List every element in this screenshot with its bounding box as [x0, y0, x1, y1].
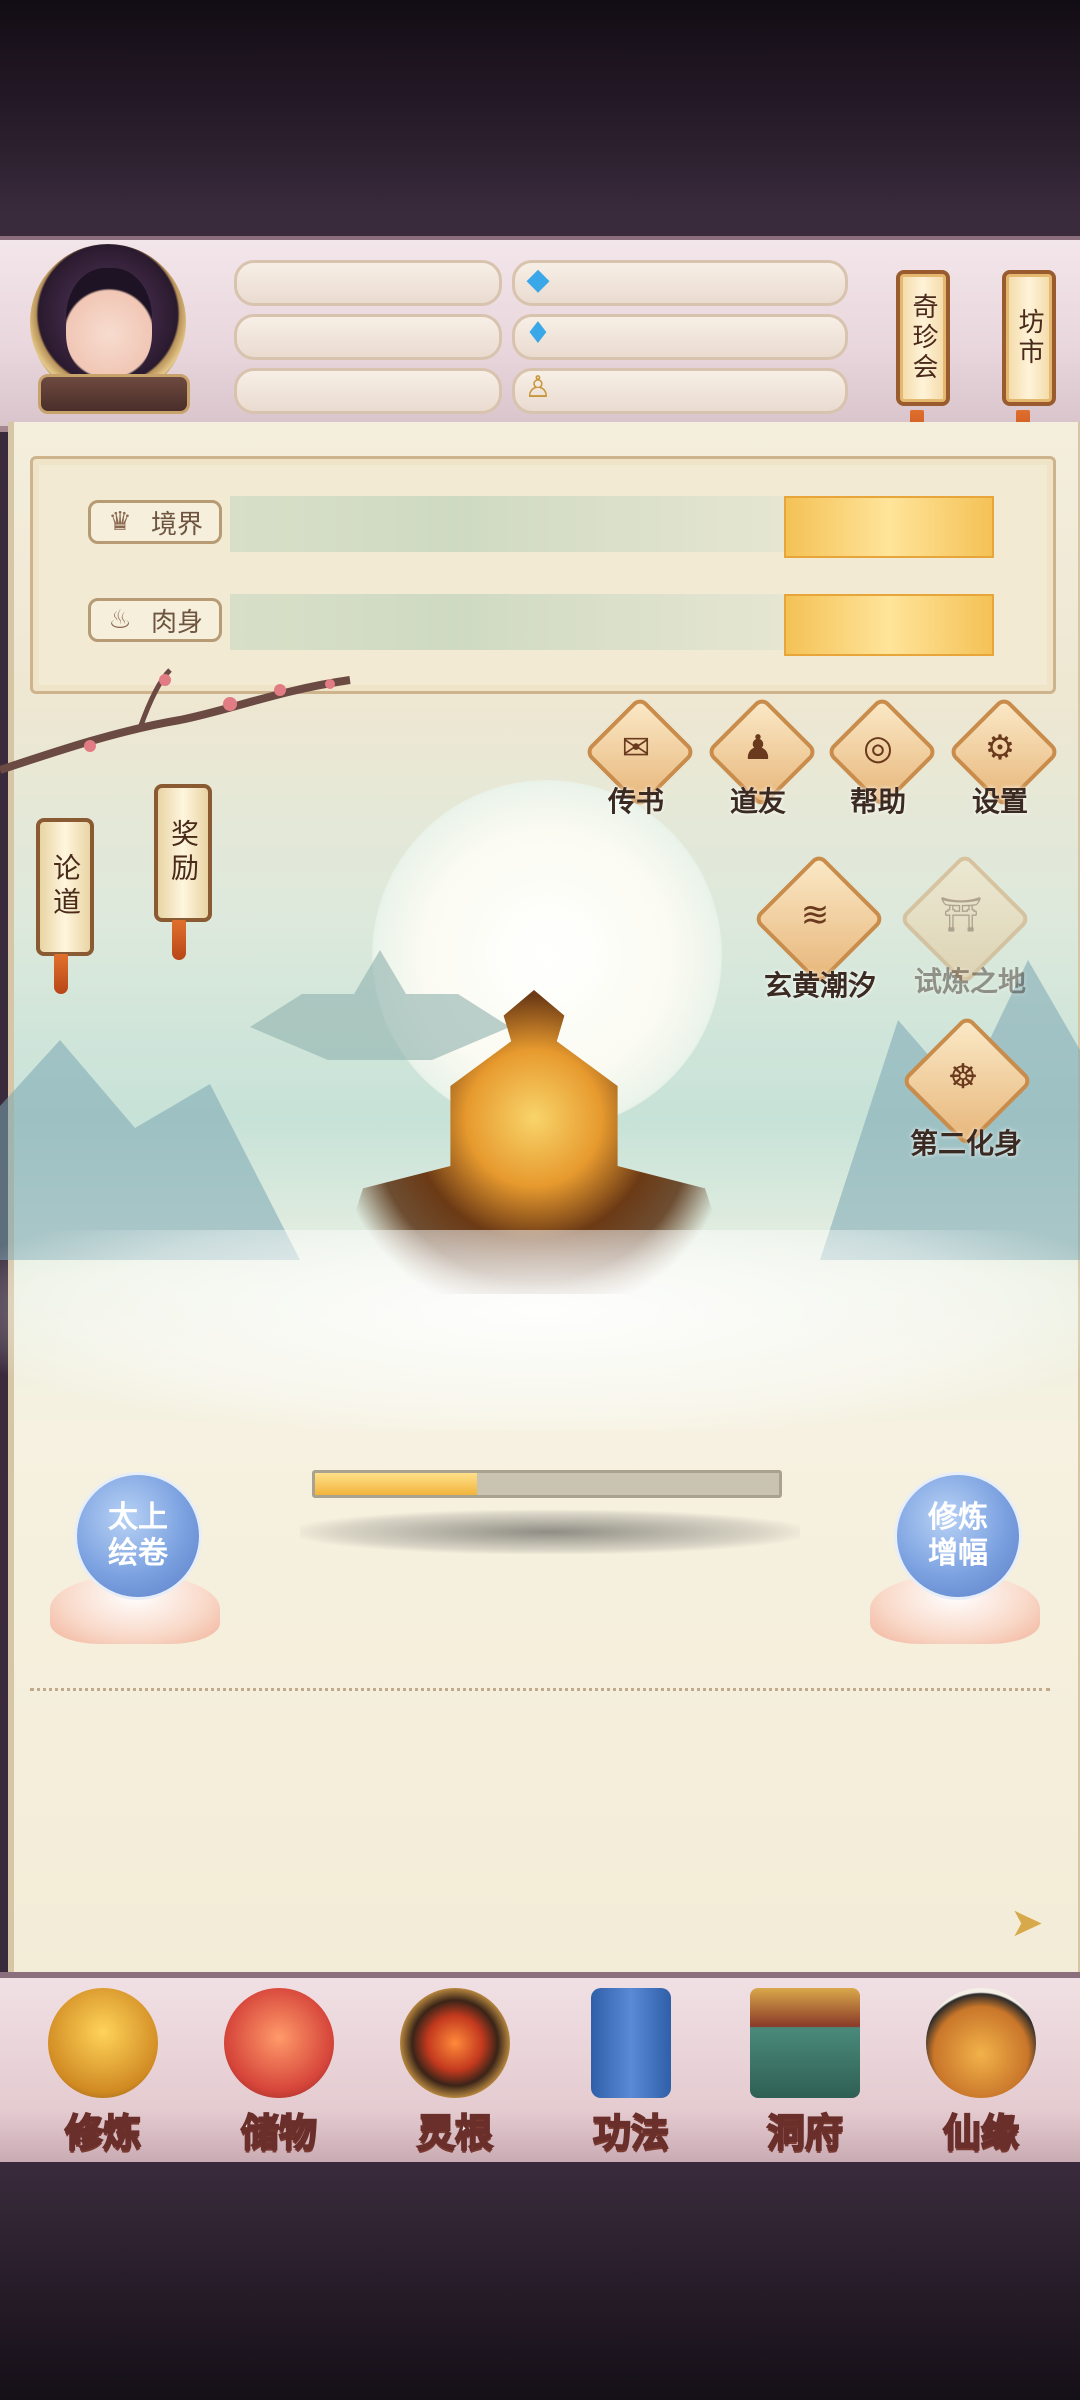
cultivation-progress-bar: [312, 1470, 782, 1498]
book-icon: [591, 1988, 671, 2098]
market-treasure-sign[interactable]: 奇珍会: [896, 270, 950, 406]
body-bar: [230, 594, 790, 650]
celestial-scroll-button[interactable]: 太上 绘卷: [74, 1472, 202, 1600]
friends-button[interactable]: ♟: [705, 695, 819, 809]
realm-bar: [230, 496, 790, 552]
settings-label: 设置: [971, 785, 1028, 818]
second-avatar-button[interactable]: ☸: [900, 1014, 1034, 1148]
realm-breakthrough-button[interactable]: [784, 496, 994, 558]
settings-button[interactable]: ⚙: [947, 695, 1061, 809]
help-button[interactable]: ◎: [825, 695, 939, 809]
gourd-icon: [926, 1988, 1036, 2098]
plum-branch: [0, 668, 351, 774]
cave-house-icon: [750, 1988, 860, 2098]
stats-box: [30, 456, 1056, 694]
nav-label: 灵根: [416, 2109, 494, 2156]
temple-icon: ⛩: [939, 895, 983, 935]
resource-slot-4: [512, 260, 848, 306]
player-name-plate: [38, 374, 190, 414]
nav-storage[interactable]: 储物: [204, 1988, 354, 2158]
nav-label: 功法: [592, 2109, 670, 2156]
resource-slot-2: [234, 314, 502, 360]
avatar-figure-icon: ☸: [947, 1057, 979, 1097]
resource-slot-5: [512, 314, 848, 360]
nav-label: 洞府: [766, 2109, 844, 2156]
bag-icon: [224, 1988, 334, 2098]
resource-slot-3: [234, 368, 502, 414]
meditation-figure-icon: ♙: [524, 370, 552, 405]
friends-label: 道友: [729, 785, 786, 818]
reward-scroll[interactable]: 奖励: [154, 784, 212, 922]
discussion-scroll[interactable]: 论道: [36, 818, 94, 956]
nav-label: 修炼: [64, 2109, 142, 2156]
tide-icon: ≋: [800, 895, 830, 935]
ink-stroke-decoration: [300, 1510, 800, 1554]
gear-icon: ⚙: [984, 728, 1016, 768]
help-label: 帮助: [849, 785, 906, 818]
market-sign[interactable]: 坊市: [1002, 270, 1056, 406]
blue-flame-icon: ♦: [524, 316, 552, 351]
body-upgrade-button[interactable]: [784, 594, 994, 656]
nav-techniques[interactable]: 功法: [556, 1988, 706, 2158]
ornamental-divider: [30, 1688, 1050, 1699]
tide-event-button[interactable]: ≋: [752, 852, 886, 986]
tassel-decoration: [172, 920, 186, 960]
nav-label: 仙缘: [942, 2109, 1020, 2156]
second-avatar-label: 第二化身: [909, 1127, 1022, 1160]
resource-slot-6: [512, 368, 848, 414]
mail-label: 传书: [607, 785, 664, 818]
envelope-icon: ✉: [621, 728, 651, 768]
cultivation-boost-button[interactable]: 修炼 增幅: [894, 1472, 1022, 1600]
person-icon: ♟: [742, 728, 774, 768]
swirl-icon: ◎: [863, 728, 893, 768]
cloud-layer: [0, 1230, 1080, 1430]
tassel-decoration: [54, 954, 68, 994]
nav-cultivate[interactable]: 修炼: [28, 1988, 178, 2158]
resource-slot-1: [234, 260, 502, 306]
cultivation-progress-fill: [315, 1473, 478, 1495]
nav-fate[interactable]: 仙缘: [906, 1988, 1056, 2158]
cultivate-icon: [48, 1988, 158, 2098]
blue-crystal-icon: ◆: [526, 262, 550, 297]
trial-grounds-label: 试炼之地: [913, 965, 1026, 998]
bottom-shade: [0, 2162, 1080, 2400]
crown-icon: ♛: [108, 507, 132, 537]
nav-spirit-root[interactable]: 灵根: [380, 1988, 530, 2158]
avatar-portrait: [66, 268, 152, 378]
spirit-root-icon: [400, 1988, 510, 2098]
arrow-right-icon[interactable]: ➤: [1010, 1900, 1044, 1946]
trial-grounds-button[interactable]: ⛩: [898, 852, 1032, 986]
nav-cave-house[interactable]: 洞府: [730, 1988, 880, 2158]
flame-icon: ♨: [108, 605, 132, 635]
nav-label: 储物: [240, 2109, 318, 2156]
mail-button[interactable]: ✉: [583, 695, 697, 809]
